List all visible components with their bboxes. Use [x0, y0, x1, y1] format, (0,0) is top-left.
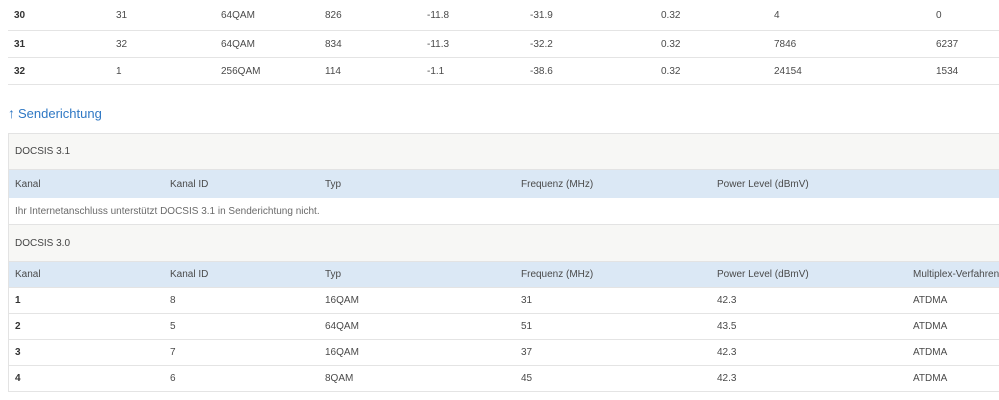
cell-typ: 8QAM: [319, 365, 515, 392]
table-row: 2 5 64QAM 51 43.5 ATDMA: [9, 313, 999, 340]
cell-kanal: 3: [9, 339, 164, 366]
cell-power-level: -11.8: [421, 0, 524, 31]
cell-mse: -31.9: [524, 0, 655, 31]
header-kanal: Kanal: [9, 170, 164, 198]
cell-multiplex: ATDMA: [907, 287, 999, 314]
cell-modulation: 256QAM: [215, 57, 319, 85]
cell-frequenz: 37: [515, 339, 711, 366]
cell-kanal: 31: [8, 30, 110, 58]
table-row: 3 7 16QAM 37 42.3 ATDMA: [9, 339, 999, 366]
header-kanal-id: Kanal ID: [164, 262, 319, 288]
cell-typ: 16QAM: [319, 287, 515, 314]
table-row: 1 8 16QAM 31 42.3 ATDMA: [9, 287, 999, 314]
section-title: Senderichtung: [18, 105, 102, 121]
cell-frequency: 826: [319, 0, 421, 31]
cell-uncorrectable: 6237: [930, 30, 999, 58]
cell-typ: 16QAM: [319, 339, 515, 366]
table-header-row: Kanal Kanal ID Typ Frequenz (MHz) Power …: [9, 262, 999, 288]
docsis31-heading: DOCSIS 3.1: [9, 134, 999, 170]
cell-uncorrectable: 1534: [930, 57, 999, 85]
cell-latency: 0.32: [655, 57, 768, 85]
cell-uncorrectable: 0: [930, 0, 999, 31]
table-header-row: Kanal Kanal ID Typ Frequenz (MHz) Power …: [9, 170, 999, 198]
senderichtung-link[interactable]: ↑ Senderichtung: [8, 103, 999, 123]
docsis30-table: Kanal Kanal ID Typ Frequenz (MHz) Power …: [9, 262, 999, 392]
docsis31-table: Kanal Kanal ID Typ Frequenz (MHz) Power …: [9, 170, 999, 225]
cell-frequenz: 45: [515, 365, 711, 392]
cell-frequency: 114: [319, 57, 421, 85]
downstream-table: 30 31 64QAM 826 -11.8 -31.9 0.32 4 0 31 …: [8, 0, 999, 85]
cell-kanal-id: 7: [164, 339, 319, 366]
cell-kanal: 32: [8, 57, 110, 85]
arrow-up-icon: ↑: [8, 105, 15, 121]
cell-power-level: 42.3: [711, 287, 907, 314]
cell-kanal-id: 5: [164, 313, 319, 340]
cell-power-level: 43.5: [711, 313, 907, 340]
cell-kanal-id: 6: [164, 365, 319, 392]
cell-multiplex: ATDMA: [907, 365, 999, 392]
header-power-level: Power Level (dBmV): [711, 170, 907, 198]
cell-kanal: 4: [9, 365, 164, 392]
table-row: 4 6 8QAM 45 42.3 ATDMA: [9, 365, 999, 392]
table-row: 32 1 256QAM 114 -1.1 -38.6 0.32 24154 15…: [8, 57, 999, 85]
cell-correctable: 24154: [768, 57, 930, 85]
cell-power-level: 42.3: [711, 339, 907, 366]
cell-typ: 64QAM: [319, 313, 515, 340]
cell-kanal-id: 1: [110, 57, 215, 85]
table-row: 30 31 64QAM 826 -11.8 -31.9 0.32 4 0: [8, 0, 999, 31]
cell-multiplex: ATDMA: [907, 313, 999, 340]
cell-mse: -32.2: [524, 30, 655, 58]
cell-modulation: 64QAM: [215, 30, 319, 58]
docsis31-note-row: Ihr Internetanschluss unterstützt DOCSIS…: [9, 198, 999, 225]
cell-latency: 0.32: [655, 0, 768, 31]
cell-latency: 0.32: [655, 30, 768, 58]
header-multiplex: Multiplex-Verfahren: [907, 262, 999, 288]
cell-power-level: -11.3: [421, 30, 524, 58]
docsis31-note: Ihr Internetanschluss unterstützt DOCSIS…: [9, 198, 999, 225]
cell-modulation: 64QAM: [215, 0, 319, 31]
upstream-box: DOCSIS 3.1 Kanal Kanal ID Typ Frequenz (…: [8, 133, 999, 392]
table-row: 31 32 64QAM 834 -11.3 -32.2 0.32 7846 62…: [8, 30, 999, 58]
docsis-status-page: 30 31 64QAM 826 -11.8 -31.9 0.32 4 0 31 …: [0, 0, 999, 400]
cell-mse: -38.6: [524, 57, 655, 85]
cell-frequenz: 31: [515, 287, 711, 314]
cell-frequency: 834: [319, 30, 421, 58]
cell-correctable: 4: [768, 0, 930, 31]
cell-kanal-id: 8: [164, 287, 319, 314]
cell-kanal-id: 32: [110, 30, 215, 58]
header-typ: Typ: [319, 262, 515, 288]
header-power-level: Power Level (dBmV): [711, 262, 907, 288]
cell-frequenz: 51: [515, 313, 711, 340]
cell-power-level: 42.3: [711, 365, 907, 392]
cell-kanal: 30: [8, 0, 110, 31]
header-frequenz: Frequenz (MHz): [515, 262, 711, 288]
header-kanal-id: Kanal ID: [164, 170, 319, 198]
header-typ: Typ: [319, 170, 515, 198]
header-empty: [907, 170, 999, 198]
cell-multiplex: ATDMA: [907, 339, 999, 366]
cell-kanal-id: 31: [110, 0, 215, 31]
cell-correctable: 7846: [768, 30, 930, 58]
cell-kanal: 2: [9, 313, 164, 340]
header-kanal: Kanal: [9, 262, 164, 288]
docsis30-heading: DOCSIS 3.0: [9, 225, 999, 262]
cell-kanal: 1: [9, 287, 164, 314]
cell-power-level: -1.1: [421, 57, 524, 85]
header-frequenz: Frequenz (MHz): [515, 170, 711, 198]
